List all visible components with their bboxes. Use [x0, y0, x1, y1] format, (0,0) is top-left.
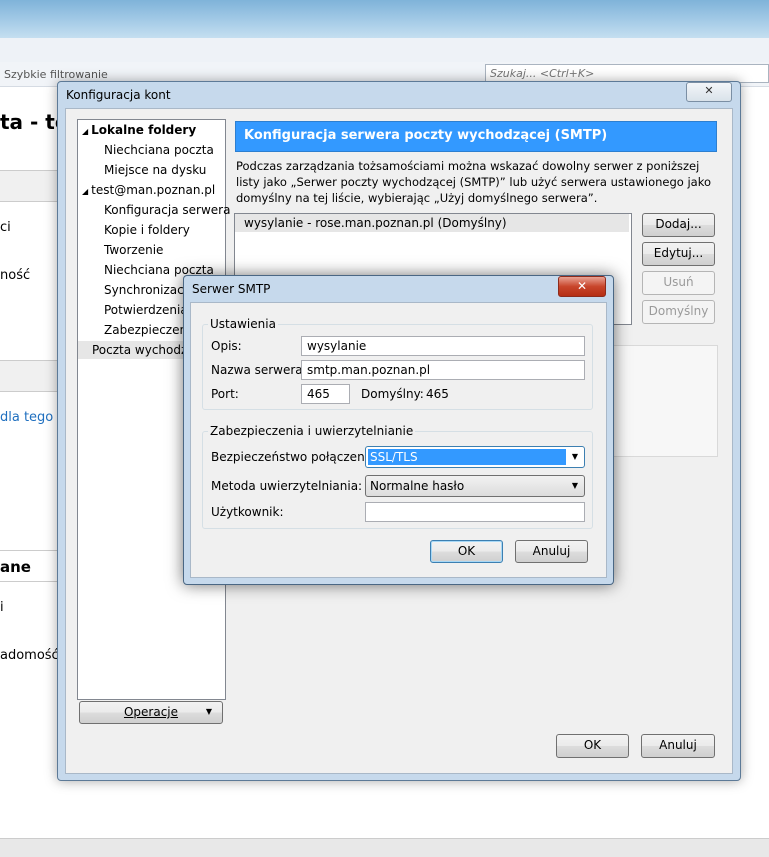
default-port-label: Domyślny:	[361, 387, 424, 401]
set-default-button[interactable]: Domyślny	[642, 300, 715, 324]
bg-link[interactable]: dla tego	[0, 410, 53, 425]
auth-method-value: Normalne hasło	[370, 479, 465, 493]
bg-section-divider	[0, 170, 60, 202]
username-label: Użytkownik:	[211, 505, 284, 519]
server-name-label: Nazwa serwera:	[211, 363, 307, 377]
app-titlebar	[0, 0, 769, 38]
tree-item-server-settings[interactable]: Konfiguracja serwera	[104, 203, 230, 217]
server-list-item[interactable]: wysylanie - rose.man.poznan.pl (Domyślny…	[244, 216, 507, 230]
status-bar	[0, 838, 769, 857]
tree-item-junk[interactable]: Niechciana poczta	[104, 143, 214, 157]
smtp-ok-button[interactable]: OK	[430, 540, 503, 563]
quick-filter-label[interactable]: Szybkie filtrowanie	[4, 68, 108, 81]
tree-item-account[interactable]: ◢ test@man.poznan.pl	[82, 183, 215, 197]
server-name-input[interactable]: smtp.man.poznan.pl	[301, 360, 585, 380]
panel-description: Podczas zarządzania tożsamościami można …	[236, 159, 711, 205]
cancel-button[interactable]: Anuluj	[641, 734, 715, 758]
default-port-value: 465	[426, 387, 449, 401]
tree-item-composition[interactable]: Tworzenie	[104, 243, 163, 257]
operations-button[interactable]: Operacje ▼	[79, 701, 223, 724]
connection-security-value: SSL/TLS	[368, 449, 566, 465]
close-button[interactable]: ✕	[558, 276, 606, 297]
tree-item-receipts[interactable]: Potwierdzenia	[104, 303, 188, 317]
port-label: Port:	[211, 387, 239, 401]
panel-title: Konfiguracja serwera poczty wychodzącej …	[244, 128, 608, 143]
expand-arrow-icon[interactable]: ◢	[82, 127, 88, 136]
dropdown-arrow-icon: ▼	[571, 481, 578, 490]
bg-text: ność	[0, 268, 31, 283]
smtp-cancel-button[interactable]: Anuluj	[515, 540, 588, 563]
bg-section-divider	[0, 360, 60, 392]
close-button[interactable]: ✕	[686, 82, 732, 102]
settings-group-label: Ustawienia	[208, 317, 278, 331]
auth-method-select[interactable]: Normalne hasło ▼	[365, 475, 585, 497]
description-input[interactable]: wysylanie	[301, 336, 585, 356]
bg-text: i	[0, 600, 4, 615]
edit-server-button[interactable]: Edytuj...	[642, 242, 715, 266]
connection-security-label: Bezpieczeństwo połączenia:	[211, 450, 380, 464]
dropdown-arrow-icon: ▼	[205, 707, 212, 716]
description-label: Opis:	[211, 339, 242, 353]
tree-item-sync[interactable]: Synchronizacja	[104, 283, 194, 297]
tree-item-disk-space[interactable]: Miejsce na dysku	[104, 163, 206, 177]
tree-item-copies-folders[interactable]: Kopie i foldery	[104, 223, 190, 237]
add-server-button[interactable]: Dodaj...	[642, 213, 715, 237]
username-input[interactable]	[365, 502, 585, 522]
dialog-title: Konfiguracja kont	[66, 88, 171, 102]
bg-text: adomość	[0, 648, 59, 663]
close-icon: ✕	[704, 84, 714, 97]
port-input[interactable]: 465	[301, 384, 350, 404]
connection-security-select[interactable]: SSL/TLS ▼	[365, 446, 585, 468]
app-toolbar	[0, 38, 769, 63]
expand-arrow-icon[interactable]: ◢	[82, 187, 88, 196]
tree-item-local-folders[interactable]: ◢ Lokalne foldery	[82, 123, 196, 137]
auth-method-label: Metoda uwierzytelniania:	[211, 479, 363, 493]
ok-button[interactable]: OK	[556, 734, 629, 758]
dropdown-arrow-icon: ▼	[571, 452, 578, 461]
close-icon: ✕	[576, 279, 588, 293]
bg-heading: ane	[0, 558, 31, 576]
dialog-title: Serwer SMTP	[192, 282, 271, 296]
bg-text: ci	[0, 220, 11, 235]
security-group-label: Zabezpieczenia i uwierzytelnianie	[208, 424, 416, 438]
remove-server-button[interactable]: Usuń	[642, 271, 715, 295]
